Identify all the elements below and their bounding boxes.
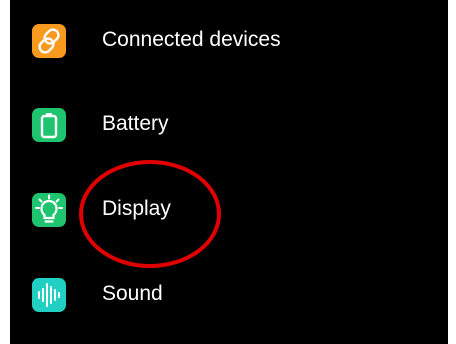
settings-screen: Connected devices Battery Display Sound (10, 0, 448, 344)
lightbulb-icon (32, 193, 66, 227)
settings-item-label: Battery (102, 112, 169, 135)
settings-item-connected-devices[interactable]: Connected devices (10, 8, 448, 88)
settings-item-sound[interactable]: Sound (10, 262, 448, 342)
settings-item-label: Connected devices (102, 28, 281, 51)
settings-item-label: Display (102, 197, 171, 220)
battery-icon (32, 108, 66, 142)
sound-wave-icon (32, 278, 66, 312)
settings-item-label: Sound (102, 282, 163, 305)
settings-item-display[interactable]: Display (10, 177, 448, 257)
settings-item-battery[interactable]: Battery (10, 92, 448, 172)
link-icon (32, 24, 66, 58)
